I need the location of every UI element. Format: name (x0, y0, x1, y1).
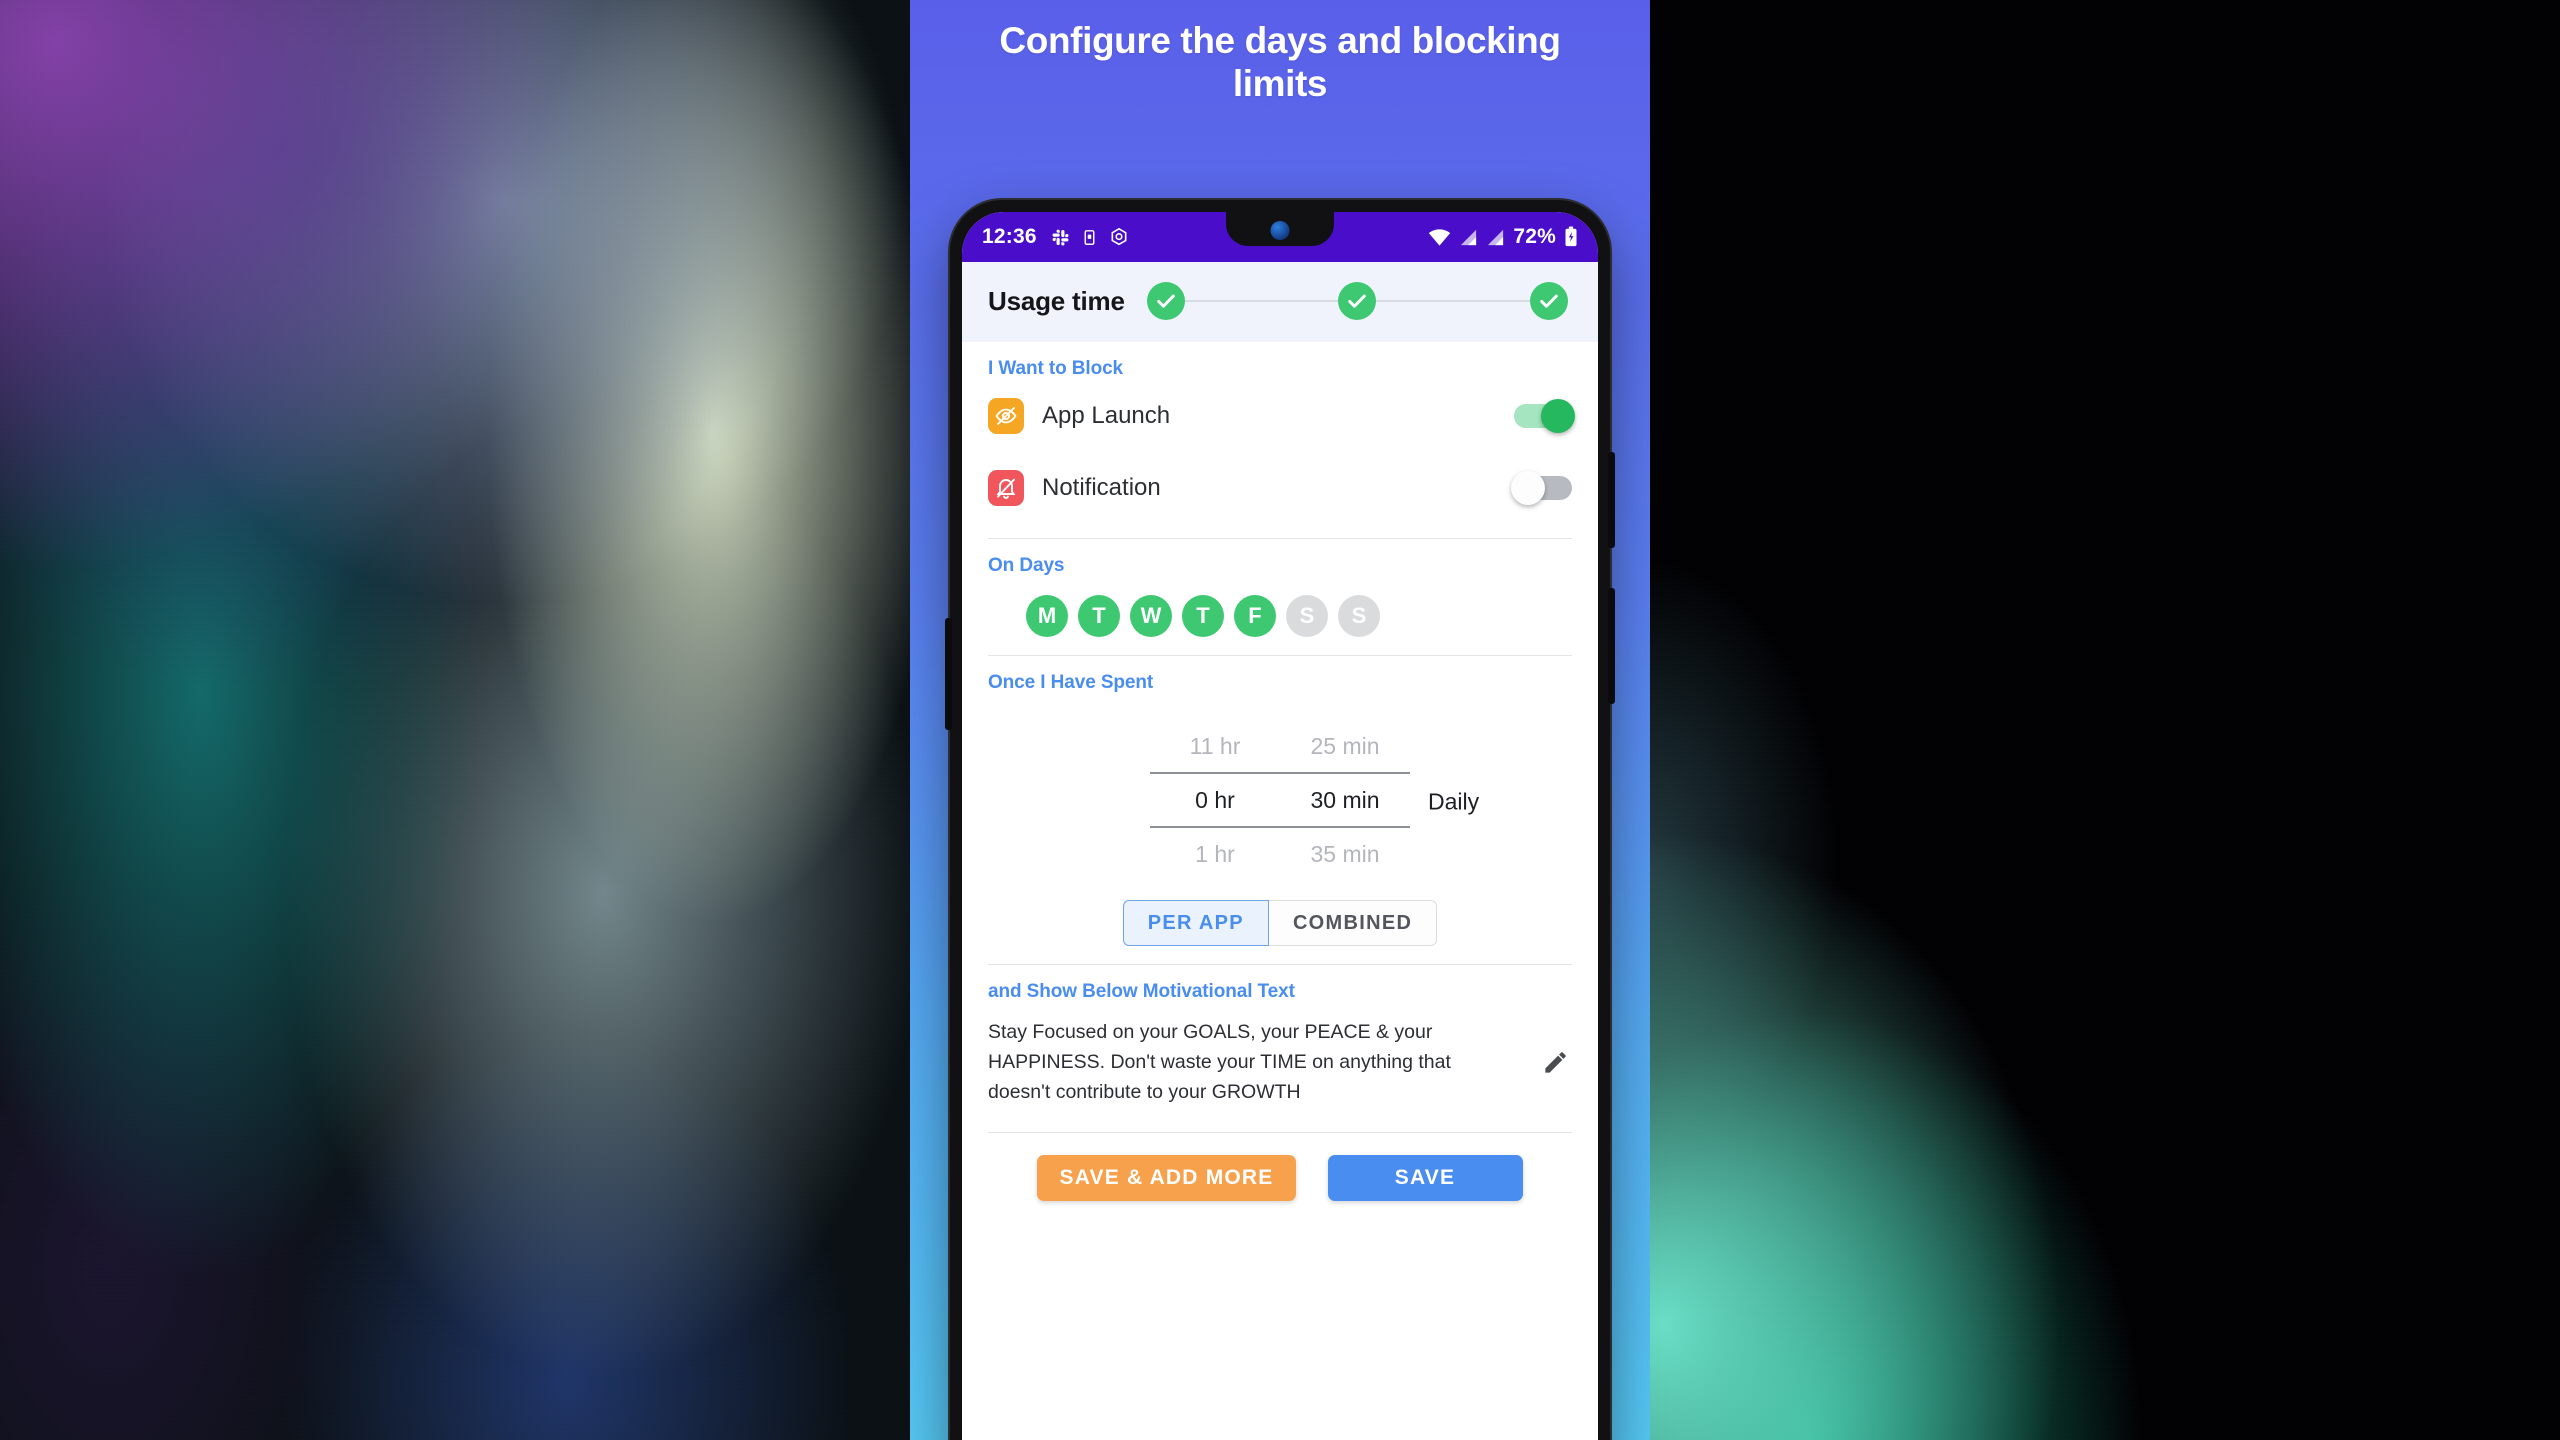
period-label: Daily (1428, 788, 1480, 815)
phone-mockup: 12:36 72% Usage time I Want to Block App… (945, 200, 1615, 1440)
days-section-label: On Days (988, 555, 1065, 576)
pencil-icon[interactable] (1538, 1045, 1572, 1079)
motivational-section: and Show Below Motivational Text Stay Fo… (962, 965, 1598, 1118)
phone-screen: 12:36 72% Usage time I Want to Block App… (962, 212, 1598, 1440)
scope-option-combined[interactable]: COMBINED (1268, 900, 1438, 946)
spinner-row-selected[interactable]: 0 hr 30 min (1150, 774, 1410, 826)
battery-percent-label: 72% (1513, 225, 1556, 248)
block-row-app-launch[interactable]: App Launch (988, 380, 1575, 452)
toggle-app-launch[interactable] (1514, 399, 1575, 433)
motivational-section-label: and Show Below Motivational Text (988, 981, 1295, 1002)
slack-icon (1051, 228, 1070, 247)
screen-content: Usage time I Want to Block App Launch No… (962, 262, 1598, 1440)
minute-value-selected: 30 min (1310, 786, 1380, 813)
status-bar-left: 12:36 (982, 225, 1129, 249)
signal-bars-icon (1459, 228, 1478, 247)
status-bar: 12:36 72% (962, 212, 1598, 262)
stepper-step-1-complete[interactable] (1146, 282, 1185, 320)
status-bar-right: 72% (1428, 225, 1578, 249)
signal-bars-icon (1486, 228, 1505, 247)
sim-card-icon (1081, 229, 1098, 246)
bell-slash-icon (988, 470, 1024, 506)
day-toggle-sunday[interactable]: S (1338, 595, 1380, 637)
hour-value-above: 11 hr (1189, 732, 1241, 759)
toggle-notification[interactable] (1511, 471, 1572, 505)
hour-value-below: 1 hr (1195, 840, 1235, 867)
duration-spinner[interactable]: 11 hr 25 min 0 hr 30 min 1 hr 35 min (1150, 720, 1410, 880)
toggle-knob (1541, 399, 1575, 433)
stepper-connector (1184, 300, 1339, 302)
wizard-stepper (1146, 282, 1572, 320)
stepper-connector (1376, 300, 1531, 302)
time-limit-section: Once I Have Spent 11 hr 25 min 0 hr 30 m… (962, 656, 1598, 950)
day-toggle-tuesday[interactable]: T (1078, 595, 1120, 637)
desktop-stage: Configure the days and blocking limits 1… (0, 0, 2560, 1440)
minute-value-below: 35 min (1310, 840, 1380, 867)
phone-side-button-right-power (1608, 588, 1615, 704)
phone-side-button-left (945, 618, 952, 730)
block-section: I Want to Block App Launch Notification (962, 342, 1598, 524)
spinner-row-below[interactable]: 1 hr 35 min (1150, 828, 1410, 880)
block-section-label: I Want to Block (988, 358, 1124, 379)
status-bar-clock: 12:36 (982, 225, 1037, 248)
stepper-step-3-complete[interactable] (1530, 282, 1569, 320)
action-buttons: SAVE & ADD MORE SAVE (962, 1133, 1598, 1201)
day-toggle-wednesday[interactable]: W (1130, 595, 1172, 637)
hour-value-selected: 0 hr (1195, 786, 1235, 813)
days-section: On Days M T W T F S S (962, 539, 1598, 641)
page-title: Usage time (988, 285, 1125, 316)
spinner-row-above[interactable]: 11 hr 25 min (1150, 720, 1410, 772)
hexagon-app-icon (1109, 227, 1129, 247)
block-item-label: Notification (1042, 474, 1161, 501)
block-item-label: App Launch (1042, 402, 1171, 429)
promo-panel: Configure the days and blocking limits 1… (910, 0, 1650, 1440)
scope-option-per-app[interactable]: PER APP (1122, 900, 1269, 946)
day-toggle-thursday[interactable]: T (1182, 595, 1224, 637)
background-gradient-left (0, 0, 915, 1440)
battery-charging-icon (1564, 226, 1578, 248)
save-button[interactable]: SAVE (1327, 1154, 1523, 1201)
day-toggle-friday[interactable]: F (1234, 595, 1276, 637)
save-and-add-more-button[interactable]: SAVE & ADD MORE (1037, 1154, 1296, 1201)
phone-notch-camera (1226, 212, 1334, 246)
motivational-text-row: Stay Focused on your GOALS, your PEACE &… (988, 1003, 1572, 1118)
time-limit-section-label: Once I Have Spent (988, 672, 1154, 693)
stepper-step-2-complete[interactable] (1338, 282, 1377, 320)
block-row-notification[interactable]: Notification (988, 452, 1572, 524)
day-toggle-monday[interactable]: M (1026, 595, 1068, 637)
minute-value-above: 25 min (1310, 732, 1380, 759)
day-selector: M T W T F S S (988, 577, 1572, 641)
wizard-stepper-bar: Usage time (962, 262, 1598, 342)
motivational-text: Stay Focused on your GOALS, your PEACE &… (988, 1021, 1451, 1104)
duration-picker: 11 hr 25 min 0 hr 30 min 1 hr 35 min Dai… (988, 694, 1572, 892)
phone-side-button-right-volume (1608, 452, 1615, 548)
wifi-icon (1428, 228, 1451, 247)
scope-segmented-control: PER APP COMBINED (988, 892, 1572, 950)
day-toggle-saturday[interactable]: S (1286, 595, 1328, 637)
promo-title: Configure the days and blocking limits (999, 20, 1561, 104)
toggle-knob (1511, 471, 1545, 505)
background-gradient-right (1645, 0, 2560, 1440)
eye-slash-icon (988, 398, 1024, 434)
